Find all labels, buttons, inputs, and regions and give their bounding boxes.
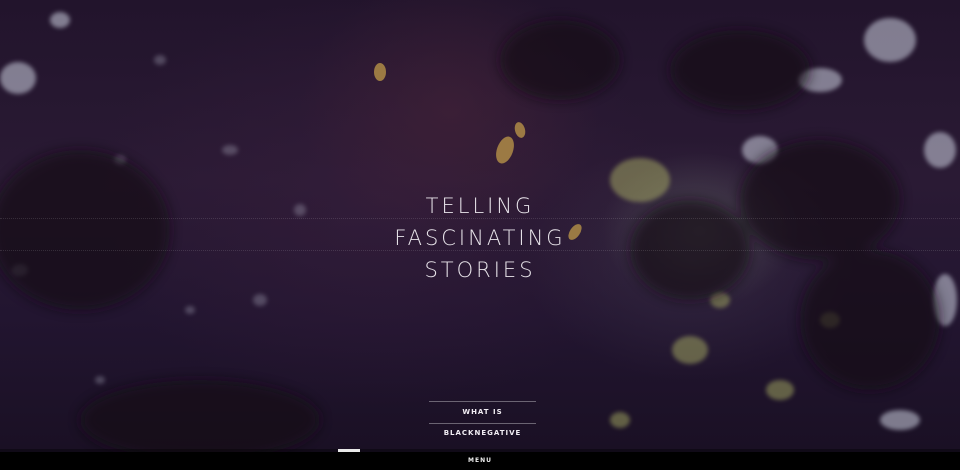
headline-line-1: TELLING bbox=[425, 194, 535, 218]
menu-button-label: MENU bbox=[468, 457, 492, 464]
hero-headline: TELLING FASCINATING STORIES bbox=[280, 190, 680, 286]
headline-line-3: STORIES bbox=[424, 258, 536, 282]
headline-line-2: FASCINATING bbox=[394, 226, 566, 250]
what-is-blacknegative-button[interactable]: WHAT IS BLACKNEGATIVE bbox=[429, 401, 536, 437]
hero-background: TELLING FASCINATING STORIES WHAT IS BLAC… bbox=[0, 0, 960, 452]
menu-bar[interactable]: MENU bbox=[0, 452, 960, 470]
